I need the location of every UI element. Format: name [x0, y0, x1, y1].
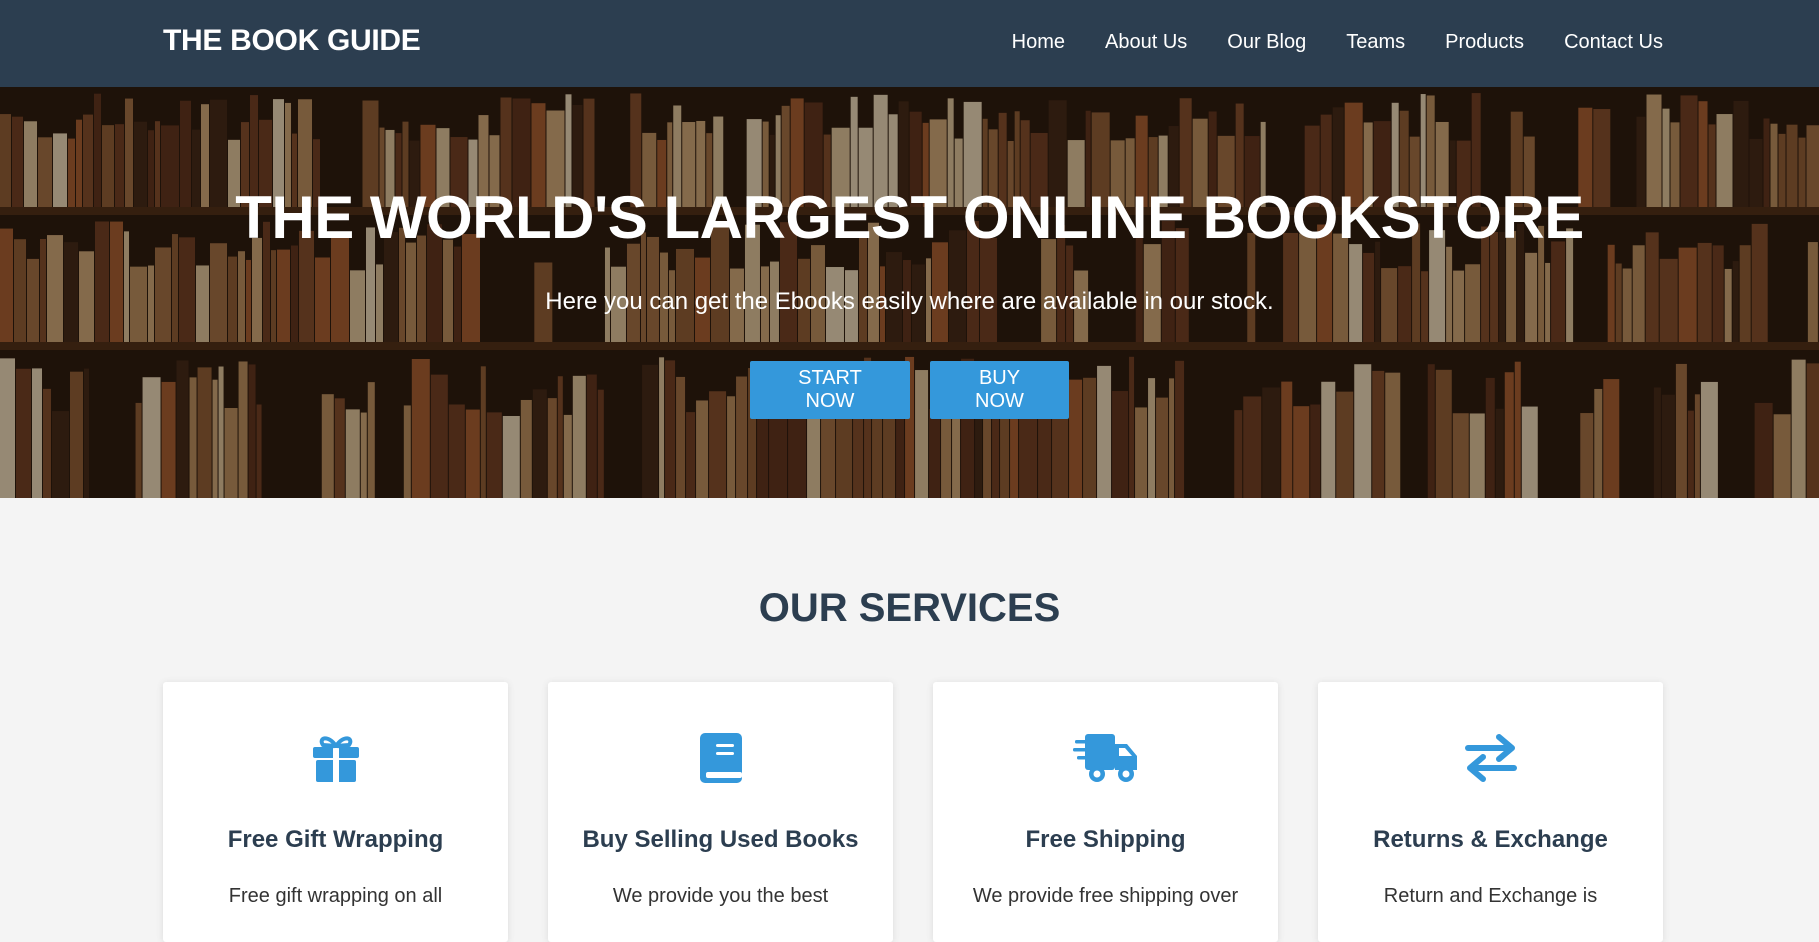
- service-card-text: Free gift wrapping on all: [163, 885, 508, 908]
- services-title: OUR SERVICES: [0, 586, 1819, 631]
- gift-icon: [163, 732, 508, 786]
- service-card-text: We provide free shipping over: [933, 885, 1278, 908]
- service-card-used-books: Buy Selling Used Books We provide you th…: [548, 682, 893, 942]
- start-now-button[interactable]: START NOW: [750, 361, 910, 419]
- navbar: THE BOOK GUIDE Home About Us Our Blog Te…: [0, 0, 1819, 87]
- services-cards: Free Gift Wrapping Free gift wrapping on…: [163, 682, 1663, 942]
- nav-products[interactable]: Products: [1445, 31, 1524, 54]
- service-card-text: Return and Exchange is: [1318, 885, 1663, 908]
- service-card-title: Buy Selling Used Books: [548, 826, 893, 854]
- nav-home[interactable]: Home: [1012, 31, 1065, 54]
- service-card-text: We provide you the best: [548, 885, 893, 908]
- service-card-title: Free Shipping: [933, 826, 1278, 854]
- hero-title: THE WORLD'S LARGEST ONLINE BOOKSTORE: [0, 183, 1819, 252]
- truck-icon: [933, 732, 1278, 786]
- nav-contact-us[interactable]: Contact Us: [1564, 31, 1663, 54]
- book-icon: [548, 732, 893, 786]
- buy-now-button[interactable]: BUY NOW: [930, 361, 1069, 419]
- brand-logo[interactable]: THE BOOK GUIDE: [163, 24, 420, 58]
- service-card-free-shipping: Free Shipping We provide free shipping o…: [933, 682, 1278, 942]
- nav-teams[interactable]: Teams: [1346, 31, 1405, 54]
- hero-subtitle: Here you can get the Ebooks easily where…: [0, 288, 1819, 316]
- service-card-title: Free Gift Wrapping: [163, 826, 508, 854]
- service-card-gift-wrapping: Free Gift Wrapping Free gift wrapping on…: [163, 682, 508, 942]
- hero-buttons: START NOW BUY NOW: [0, 361, 1819, 419]
- service-card-title: Returns & Exchange: [1318, 826, 1663, 854]
- hero-banner: THE WORLD'S LARGEST ONLINE BOOKSTORE Her…: [0, 87, 1819, 498]
- main-nav: Home About Us Our Blog Teams Products Co…: [1012, 31, 1663, 54]
- service-card-returns-exchange: Returns & Exchange Return and Exchange i…: [1318, 682, 1663, 942]
- nav-about-us[interactable]: About Us: [1105, 31, 1187, 54]
- exchange-icon: [1318, 732, 1663, 786]
- nav-our-blog[interactable]: Our Blog: [1227, 31, 1306, 54]
